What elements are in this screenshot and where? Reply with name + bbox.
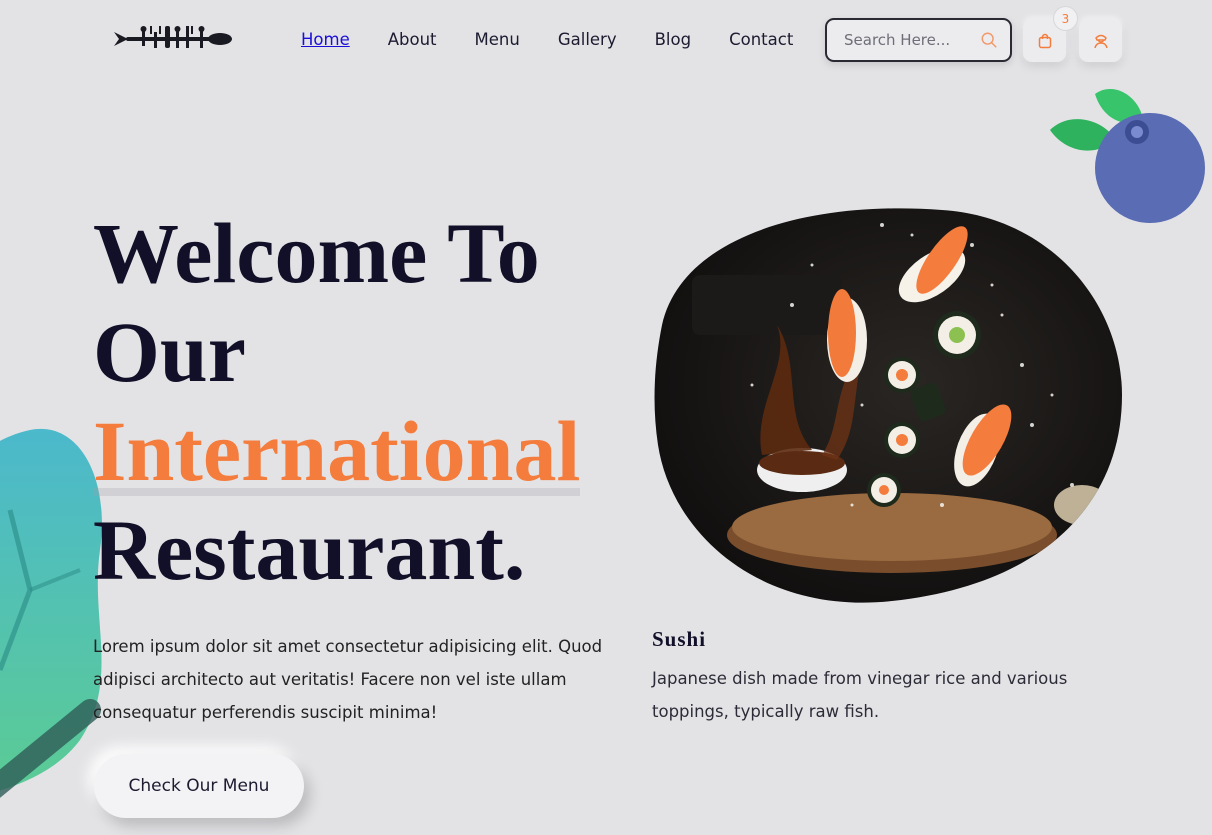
hero-description: Lorem ipsum dolor sit amet consectetur a… [93,637,603,722]
search-box [825,18,1012,62]
nav-menu[interactable]: Menu [475,29,520,51]
user-button[interactable] [1079,19,1122,62]
nav-gallery[interactable]: Gallery [558,29,617,51]
nav-contact[interactable]: Contact [729,29,793,51]
hero-title-line4: Restaurant. [93,502,526,598]
hero-title-accent: International [93,403,581,499]
search-icon[interactable] [980,31,998,49]
search-input[interactable] [844,31,964,49]
hero-title-line2: Our [93,304,246,400]
nav-about[interactable]: About [388,29,437,51]
nav-home[interactable]: Home [301,29,350,51]
check-menu-button[interactable]: Check Our Menu [94,754,304,818]
logo-icon[interactable] [112,20,234,58]
main-nav: Home About Menu Gallery Blog Contact [301,29,831,51]
sushi-image [654,208,1123,603]
nav-blog[interactable]: Blog [655,29,691,51]
cart-count-badge: 3 [1053,6,1078,31]
shopping-bag-icon [1038,33,1051,48]
hero-title-line1: Welcome To [93,205,540,301]
user-icon [1093,34,1108,48]
dish-description: Japanese dish made from vinegar rice and… [652,669,1068,721]
hero-title: Welcome To Our International Restaurant. [93,204,633,600]
dish-name: Sushi [652,627,707,651]
